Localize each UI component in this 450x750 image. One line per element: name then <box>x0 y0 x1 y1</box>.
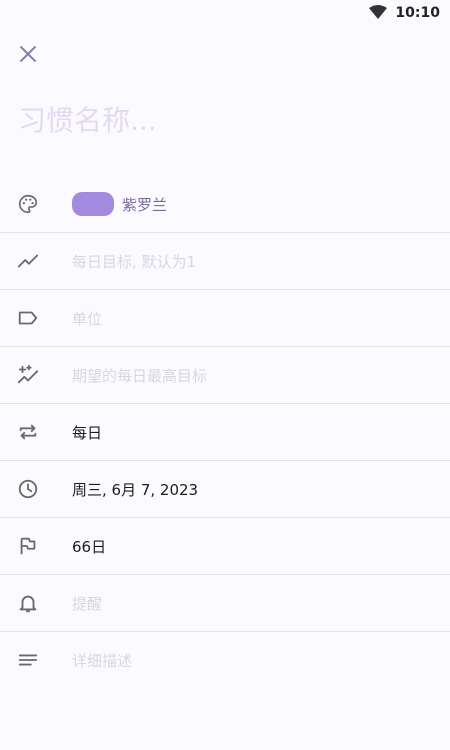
sparkle-trend-icon <box>16 363 40 387</box>
max-target-field[interactable]: 期望的每日最高目标 <box>72 365 207 386</box>
row-daily-target[interactable]: 每日目标, 默认为1 <box>0 233 450 290</box>
row-unit[interactable]: 单位 <box>0 290 450 347</box>
color-swatch[interactable] <box>72 192 114 216</box>
unit-field[interactable]: 单位 <box>72 308 102 329</box>
trending-icon <box>16 249 40 273</box>
close-icon <box>19 45 37 67</box>
row-goal-days[interactable]: 66日 <box>0 518 450 575</box>
description-field[interactable]: 详细描述 <box>72 650 132 671</box>
row-max-target[interactable]: 期望的每日最高目标 <box>0 347 450 404</box>
palette-icon <box>16 192 40 216</box>
status-bar: 10:10 <box>0 0 450 26</box>
label-icon <box>16 306 40 330</box>
close-button[interactable] <box>12 40 44 72</box>
repeat-icon <box>16 420 40 444</box>
habit-name-input[interactable] <box>18 104 428 137</box>
status-time: 10:10 <box>395 5 440 21</box>
flag-icon <box>16 534 40 558</box>
frequency-value[interactable]: 每日 <box>72 422 102 443</box>
row-color[interactable]: 紫罗兰 <box>0 176 450 233</box>
start-date-value[interactable]: 周三, 6月 7, 2023 <box>72 479 198 500</box>
wifi-icon <box>369 4 388 23</box>
bell-icon <box>16 591 40 615</box>
daily-target-field[interactable]: 每日目标, 默认为1 <box>72 251 196 272</box>
row-description[interactable]: 详细描述 <box>0 632 450 688</box>
row-reminder[interactable]: 提醒 <box>0 575 450 632</box>
row-frequency[interactable]: 每日 <box>0 404 450 461</box>
habit-form: 紫罗兰 每日目标, 默认为1 单位 期望的每日最高目标 每日 周三, 6月 7,… <box>0 176 450 688</box>
goal-days-value[interactable]: 66日 <box>72 536 106 557</box>
color-name: 紫罗兰 <box>122 195 168 214</box>
reminder-field[interactable]: 提醒 <box>72 593 102 614</box>
row-start-date[interactable]: 周三, 6月 7, 2023 <box>0 461 450 518</box>
clock-icon <box>16 477 40 501</box>
notes-icon <box>16 648 40 672</box>
